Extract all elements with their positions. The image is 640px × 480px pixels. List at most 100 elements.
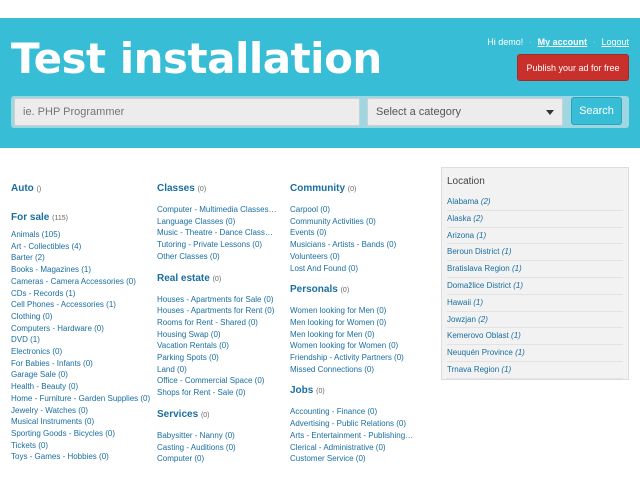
location-link[interactable]: Alabama (2)	[447, 194, 623, 211]
subcategory-link[interactable]: Events (0)	[290, 227, 415, 239]
subcategory-link[interactable]: Housing Swap (0)	[157, 329, 277, 341]
subcategory-link[interactable]: Animals (105)	[11, 229, 151, 241]
top-strip	[0, 0, 640, 18]
my-account-link[interactable]: My account	[538, 37, 588, 47]
subcategory-link[interactable]: Health - Beauty (0)	[11, 381, 151, 393]
subcategory-link[interactable]: Computer - Multimedia Classes (0)	[157, 204, 277, 216]
location-link[interactable]: Alaska (2)	[447, 211, 623, 228]
subcategory-link[interactable]: CDs - Records (1)	[11, 288, 151, 300]
subcategory-link[interactable]: Barter (2)	[11, 252, 151, 264]
subcategory-link[interactable]: Garage Sale (0)	[11, 369, 151, 381]
subcategory-link[interactable]: Computers - Hardware (0)	[11, 323, 151, 335]
location-link[interactable]: Arizona (1)	[447, 228, 623, 245]
subcategory-link[interactable]: Advertising - Public Relations (0)	[290, 418, 415, 430]
subcategory-link[interactable]: Sporting Goods - Bicycles (0)	[11, 428, 151, 440]
location-name: Arizona	[447, 230, 475, 240]
subcategory-link[interactable]: Shops for Rent - Sale (0)	[157, 387, 277, 399]
category-heading-community[interactable]: Community (0)	[290, 183, 415, 194]
subcategory-link[interactable]: Arts - Entertainment - Publishing (0)	[290, 430, 415, 442]
category-heading-jobs[interactable]: Jobs (0)	[290, 385, 415, 396]
subcategory-link[interactable]: Tutoring - Private Lessons (0)	[157, 239, 277, 251]
location-link[interactable]: Neuquén Province (1)	[447, 345, 623, 362]
subcategory-link[interactable]: Lost And Found (0)	[290, 263, 415, 275]
logout-link[interactable]: Logout	[601, 37, 629, 47]
subcategory-link[interactable]: Vacation Rentals (0)	[157, 340, 277, 352]
subcategory-link[interactable]: Rooms for Rent - Shared (0)	[157, 317, 277, 329]
subcategory-link[interactable]: Customer Service (0)	[290, 453, 415, 465]
subcategory-link[interactable]: Babysitter - Nanny (0)	[157, 430, 277, 442]
site-title[interactable]: Test installation	[11, 34, 382, 83]
location-name: Kemerovo Oblast	[447, 331, 509, 341]
subcategory-link[interactable]: Men looking for Women (0)	[290, 317, 415, 329]
category-heading-services[interactable]: Services (0)	[157, 409, 282, 420]
subcategory-link[interactable]: Art - Collectibles (4)	[11, 241, 151, 253]
location-count: (1)	[473, 297, 484, 307]
category-for-sale: For sale (115) Animals (105) Art - Collec…	[11, 212, 151, 463]
location-name: Trnava Region	[447, 364, 500, 374]
category-heading-for-sale[interactable]: For sale (115)	[11, 212, 151, 223]
subcategory-link[interactable]: Other Classes (0)	[157, 251, 277, 263]
subcategory-link[interactable]: Electronics (0)	[11, 346, 151, 358]
location-title: Location	[447, 176, 485, 187]
subcategory-list: Animals (105) Art - Collectibles (4) Barte…	[11, 229, 151, 463]
subcategory-link[interactable]: Accounting - Finance (0)	[290, 406, 415, 418]
search-button[interactable]: Search	[571, 97, 622, 125]
subcategory-link[interactable]: Tickets (0)	[11, 440, 151, 452]
subcategory-link[interactable]: Women looking for Men (0)	[290, 305, 415, 317]
category-auto: Auto ()	[11, 183, 151, 194]
location-name: Alaska	[447, 213, 472, 223]
location-link[interactable]: Hawaii (1)	[447, 295, 623, 312]
subcategory-link[interactable]: Clerical - Administrative (0)	[290, 442, 415, 454]
location-link[interactable]: Bratislava Region (1)	[447, 261, 623, 278]
subcategory-link[interactable]: Musical Instruments (0)	[11, 416, 151, 428]
subcategory-link[interactable]: Home - Furniture - Garden Supplies (0)	[11, 393, 151, 405]
category-select[interactable]: Select a category	[367, 98, 563, 126]
location-name: Alabama	[447, 197, 479, 206]
subcategory-link[interactable]: Parking Spots (0)	[157, 352, 277, 364]
category-heading-classes[interactable]: Classes (0)	[157, 183, 282, 194]
subcategory-link[interactable]: Land (0)	[157, 364, 277, 376]
subcategory-list: Accounting - Finance (0) Advertising - Pu…	[290, 406, 415, 465]
subcategory-link[interactable]: Friendship - Activity Partners (0)	[290, 352, 415, 364]
location-link[interactable]: Kemerovo Oblast (1)	[447, 328, 623, 346]
subcategory-link[interactable]: Computer (0)	[157, 453, 277, 465]
subcategory-link[interactable]: Men looking for Men (0)	[290, 329, 415, 341]
subcategory-link[interactable]: Clothing (0)	[11, 311, 151, 323]
subcategory-link[interactable]: Houses - Apartments for Rent (0)	[157, 305, 277, 317]
subcategory-link[interactable]: Books - Magazines (1)	[11, 264, 151, 276]
subcategory-link[interactable]: Volunteers (0)	[290, 251, 415, 263]
subcategory-link[interactable]: Community Activities (0)	[290, 216, 415, 228]
category-classes: Classes (0) Computer - Multimedia Classe…	[157, 183, 282, 263]
subcategory-link[interactable]: Cameras - Camera Accessories (0)	[11, 276, 151, 288]
subcategory-link[interactable]: Carpool (0)	[290, 204, 415, 216]
subcategory-link[interactable]: Casting - Auditions (0)	[157, 442, 277, 454]
subcategory-link[interactable]: Cell Phones - Accessories (1)	[11, 299, 151, 311]
publish-ad-button[interactable]: Publish your ad for free	[517, 54, 629, 81]
location-link[interactable]: Domažlice District (1)	[447, 278, 623, 295]
category-heading-personals[interactable]: Personals (0)	[290, 284, 415, 295]
user-links: Hi demo! · My account · Logout	[487, 37, 629, 47]
subcategory-link[interactable]: Missed Connections (0)	[290, 364, 415, 376]
subcategory-link[interactable]: Women looking for Women (0)	[290, 340, 415, 352]
caret-down-icon	[546, 110, 554, 115]
subcategory-link[interactable]: Jewelry - Watches (0)	[11, 405, 151, 417]
subcategory-link[interactable]: Houses - Apartments for Sale (0)	[157, 294, 277, 306]
location-count: (1)	[511, 331, 521, 341]
location-link[interactable]: Jowzjan (2)	[447, 312, 623, 329]
location-link[interactable]: Trnava Region (1)	[447, 362, 623, 379]
subcategory-link[interactable]: Toys - Games - Hobbies (0)	[11, 451, 151, 463]
location-count: (1)	[476, 230, 487, 240]
location-count: (2)	[480, 197, 491, 206]
subcategory-link[interactable]: Office - Commercial Space (0)	[157, 375, 277, 387]
location-link[interactable]: Beroun District (1)	[447, 244, 623, 262]
subcategory-link[interactable]: DVD (1)	[11, 334, 151, 346]
category-heading-auto[interactable]: Auto ()	[11, 183, 151, 194]
category-community: Community (0) Carpool (0) Community Activ…	[290, 183, 415, 274]
subcategory-link[interactable]: Music - Theatre - Dance Classes (0)	[157, 227, 277, 239]
subcategory-link[interactable]: Language Classes (0)	[157, 216, 277, 228]
subcategory-link[interactable]: For Babies - Infants (0)	[11, 358, 151, 370]
location-name: Bratislava Region	[447, 264, 510, 274]
category-heading-real-estate[interactable]: Real estate (0)	[157, 273, 282, 284]
search-input[interactable]	[14, 98, 360, 126]
subcategory-link[interactable]: Musicians - Artists - Bands (0)	[290, 239, 415, 251]
